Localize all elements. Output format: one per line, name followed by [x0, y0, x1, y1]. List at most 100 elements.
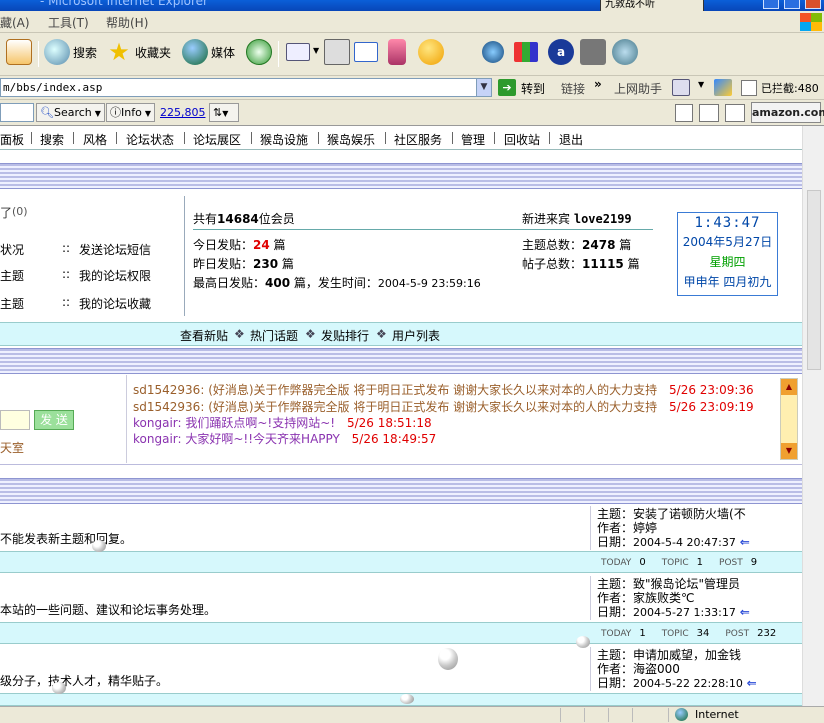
go-button[interactable]: 转到 — [521, 80, 545, 97]
quick-post-ranking[interactable]: 发贴排行 — [321, 327, 369, 344]
ext-button-5[interactable] — [612, 39, 638, 65]
user-link-topics-2[interactable]: 主题 — [0, 295, 24, 312]
toolbar-info-button[interactable]: ⓘInfo ▼ — [106, 103, 155, 122]
nav-island-entertainment[interactable]: 猴岛娱乐 — [327, 131, 375, 148]
edit-button[interactable] — [354, 39, 378, 62]
home-button[interactable] — [6, 39, 32, 65]
newest-member-link[interactable]: love2199 — [574, 212, 632, 226]
quick-new-posts[interactable]: 查看新贴 — [180, 327, 228, 344]
quick-user-list[interactable]: 用户列表 — [392, 327, 440, 344]
ext-button-4[interactable] — [580, 39, 606, 65]
nav-forum-gallery[interactable]: 论坛展区 — [193, 131, 241, 148]
page-scrollbar[interactable] — [802, 126, 824, 706]
scroll-up-icon[interactable]: ▲ — [781, 379, 797, 395]
clock-time: 1:43:47 — [694, 215, 761, 231]
history-icon — [246, 39, 272, 65]
goto-last-post-icon[interactable]: ⇐ — [740, 535, 750, 549]
nav-search[interactable]: 搜索 — [40, 131, 64, 148]
nav-community[interactable]: 社区服务 — [394, 131, 442, 148]
nav-panel[interactable]: 面板 — [0, 131, 24, 148]
helper-button[interactable]: 上网助手 — [614, 80, 662, 97]
chat-scrollbar[interactable]: ▲ ▼ — [780, 378, 798, 460]
my-favorites-link[interactable]: 我的论坛收藏 — [79, 295, 151, 312]
address-dropdown-icon[interactable]: ▼ — [476, 78, 492, 97]
user-link-topics[interactable]: 主题 — [0, 267, 24, 284]
address-bar: m/bbs/index.asp ▼ ➔ 转到 链接 » 上网助手 ▼ 已拦截:4… — [0, 76, 824, 100]
toolbar-window-icon[interactable] — [725, 104, 745, 122]
menu-tools[interactable]: 工具(T) — [48, 14, 89, 31]
chat-input[interactable] — [0, 410, 30, 430]
ext-button-2[interactable] — [514, 39, 538, 62]
menu-help[interactable]: 帮助(H) — [106, 14, 148, 31]
home-icon — [6, 39, 32, 65]
standard-toolbar: 搜索 ★ 收藏夹 媒体 ▼ a — [0, 33, 824, 76]
chevron-down-icon[interactable]: ▼ — [313, 46, 319, 55]
nav-forum-status[interactable]: 论坛状态 — [126, 131, 174, 148]
goto-last-post-icon[interactable]: ⇐ — [747, 676, 757, 690]
history-button[interactable] — [246, 39, 272, 65]
toolbar-count-link[interactable]: 225,805 — [160, 106, 206, 119]
message-count[interactable]: (0) — [12, 205, 28, 218]
section-header-stripe — [0, 163, 802, 189]
address-input[interactable]: m/bbs/index.asp — [0, 78, 492, 97]
nav-admin[interactable]: 管理 — [461, 131, 485, 148]
last-post-link[interactable]: 安装了诺顿防火墙(不 — [633, 507, 746, 521]
toolbar-tool-icon[interactable] — [675, 104, 693, 122]
toolbar-page-icon[interactable] — [699, 104, 719, 122]
maximize-button[interactable] — [784, 0, 800, 9]
globe-icon — [675, 708, 688, 721]
print-button[interactable] — [324, 39, 350, 65]
popup-blocker-icon[interactable] — [714, 79, 732, 96]
author-link[interactable]: 家族败类℃ — [633, 591, 694, 605]
scroll-down-icon[interactable]: ▼ — [781, 443, 797, 459]
mail-button[interactable]: ▼ — [286, 39, 319, 61]
links-label[interactable]: 链接 — [561, 80, 585, 97]
toolbar-search-input[interactable] — [0, 103, 34, 122]
star-icon: ★ — [108, 38, 130, 66]
chevron-down-icon[interactable]: ▼ — [698, 80, 704, 89]
nav-logout[interactable]: 退出 — [559, 131, 583, 148]
last-post-link[interactable]: 申请加威望，加金钱 — [633, 648, 741, 662]
toolbar-options-button[interactable]: ⇅▼ — [209, 103, 239, 122]
close-button[interactable] — [805, 0, 821, 9]
menu-favorites[interactable]: 藏(A) — [0, 14, 30, 31]
minimize-button[interactable] — [763, 0, 779, 9]
yesterday-posts: 昨日发贴：230 篇 — [193, 257, 294, 271]
favorites-button[interactable]: ★ 收藏夹 — [106, 39, 171, 65]
last-post-link[interactable]: 致"猴岛论坛"管理员 — [633, 577, 740, 591]
search-button[interactable]: 搜索 — [44, 39, 97, 65]
edit-icon — [354, 42, 378, 62]
ext-button-3[interactable]: a — [548, 39, 574, 65]
scroll-thumb[interactable] — [807, 190, 821, 370]
author-link[interactable]: 婷婷 — [633, 521, 657, 535]
messenger-button[interactable] — [388, 39, 406, 65]
toolbar-search-button[interactable]: 🔍︎Search ▼ — [36, 103, 105, 122]
media-label: 媒体 — [211, 45, 236, 60]
chat-room-link[interactable]: 天室 — [0, 439, 24, 456]
post-total: 帖子总数：11115 篇 — [522, 257, 640, 271]
links-chevron-icon[interactable]: » — [594, 77, 602, 91]
ext-button-1[interactable] — [482, 39, 504, 63]
board-stats: TODAY 1 TOPIC 34 POST 232 — [601, 628, 777, 639]
link-sep: :: — [62, 267, 71, 281]
user-link-status[interactable]: 状况 — [0, 241, 24, 258]
media-button[interactable]: 媒体 — [182, 39, 235, 65]
go-arrow-icon[interactable]: ➔ — [498, 79, 516, 96]
amazon-button[interactable]: amazon.com — [751, 102, 824, 123]
nav-island-facilities[interactable]: 猴岛设施 — [260, 131, 308, 148]
shield-icon[interactable] — [672, 79, 690, 96]
window-icon — [580, 39, 606, 65]
quick-hot-topics[interactable]: 热门话题 — [250, 327, 298, 344]
chart-icon — [514, 42, 538, 62]
goto-last-post-icon[interactable]: ⇐ — [740, 605, 750, 619]
chat-send-button[interactable]: 发 送 — [34, 410, 74, 430]
nav-style[interactable]: 风格 — [83, 131, 107, 148]
my-permissions-link[interactable]: 我的论坛权限 — [79, 267, 151, 284]
diamond-icon: ❖ — [376, 327, 387, 341]
nav-recycle[interactable]: 回收站 — [504, 131, 540, 148]
author-link[interactable]: 海盗000 — [633, 662, 680, 676]
smiley-button[interactable] — [418, 39, 444, 65]
favorites-label: 收藏夹 — [135, 45, 172, 60]
zone-cell: Internet — [668, 708, 824, 722]
send-sms-link[interactable]: 发送论坛短信 — [79, 241, 151, 258]
